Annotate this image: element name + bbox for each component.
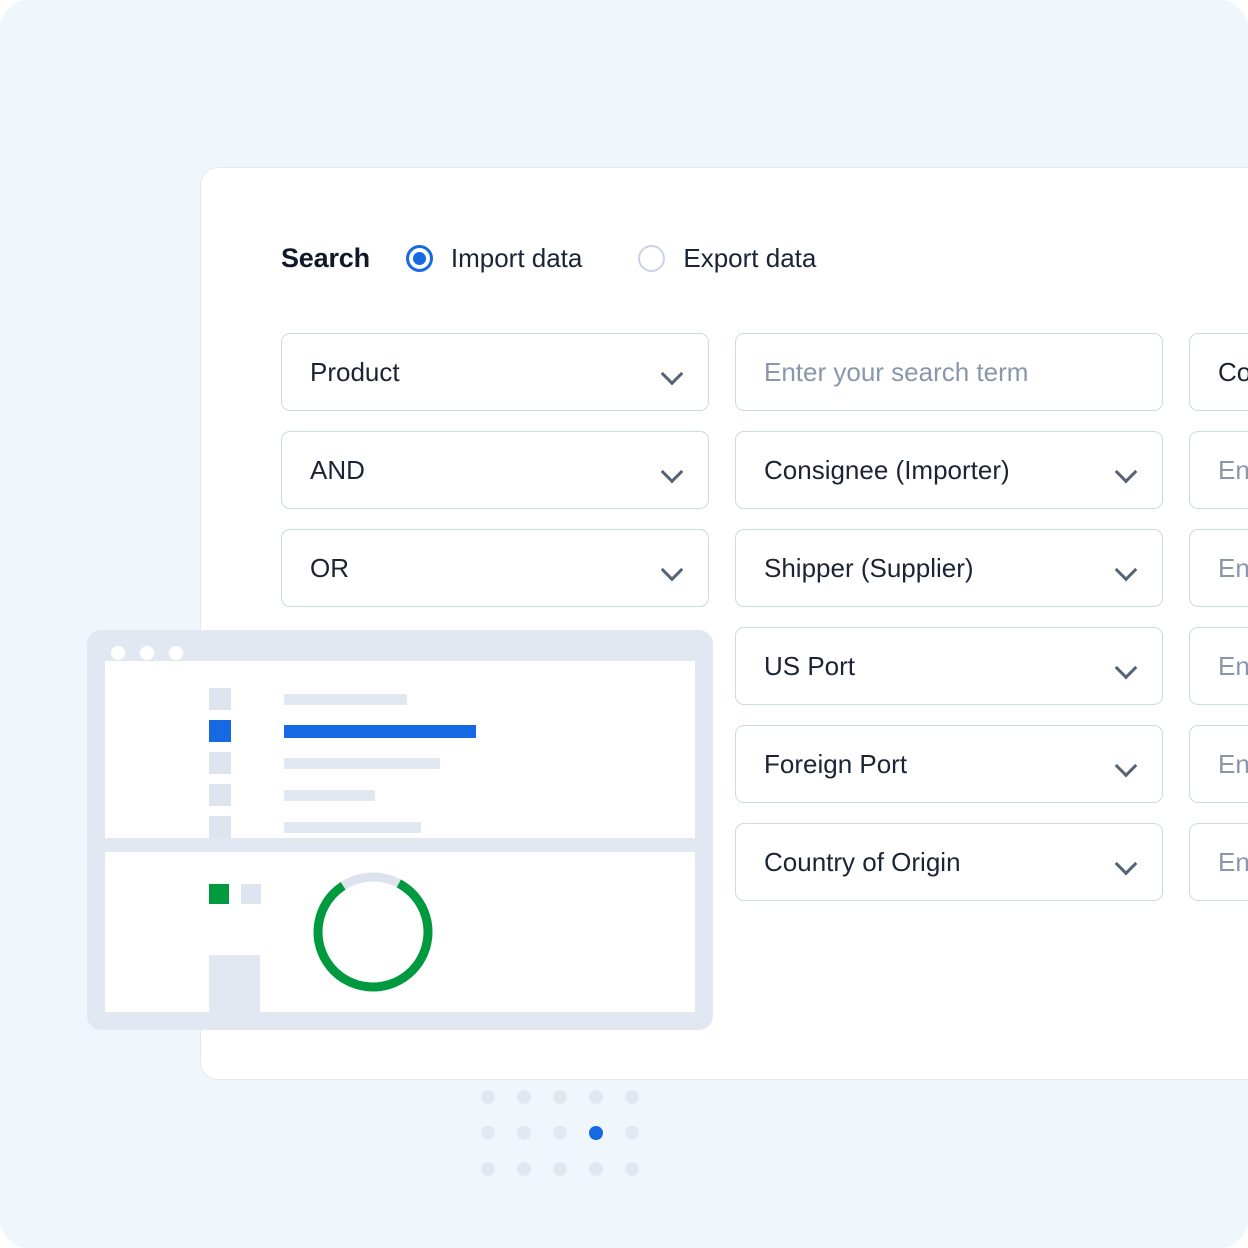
decorative-dot [481,1162,495,1176]
value-input-row-4[interactable]: Enter your search term [1189,627,1248,705]
criteria-select-row-3[interactable]: Shipper (Supplier) [735,529,1163,607]
mockup-row-marker [209,688,231,710]
mockup-row-bar [284,725,476,738]
radio-selected-icon[interactable] [406,245,433,272]
value-input-row-2[interactable]: Enter your search term [1189,431,1248,509]
radio-unselected-icon[interactable] [638,245,665,272]
window-dot-icon [140,646,154,660]
decorative-dot [481,1126,495,1140]
criteria-select-text: Foreign Port [764,749,1104,780]
decorative-dot [625,1162,639,1176]
value-input-text: Enter your search term [1218,553,1248,584]
operator-select-text: OR [310,553,650,584]
mockup-row-bar [284,790,375,801]
mockup-list-item [209,752,440,774]
chevron-down-icon[interactable] [1116,758,1138,771]
operator-select-row-1[interactable]: Product [281,333,709,411]
decorative-dot [625,1126,639,1140]
criteria-select-row-1[interactable]: Enter your search term [735,333,1163,411]
chevron-down-icon[interactable] [1116,562,1138,575]
value-input-row-5[interactable]: Enter your search term [1189,725,1248,803]
criteria-select-text: Enter your search term [764,357,1104,388]
decorative-dot [553,1162,567,1176]
mockup-row-marker [209,784,231,806]
value-input-row-3[interactable]: Enter your search term [1189,529,1248,607]
mockup-placeholder-block [209,955,260,1012]
decorative-dot [589,1090,603,1104]
decorative-dot [625,1090,639,1104]
operator-select-row-2[interactable]: AND [281,431,709,509]
decorative-dot [517,1162,531,1176]
decorative-dot [589,1126,603,1140]
mockup-row-marker [209,816,231,838]
mockup-row-marker [209,752,231,774]
radio-label-import: Import data [451,243,583,274]
mockup-list-item [209,816,421,838]
mockup-row-bar [284,758,440,769]
legend-swatch-gray [241,884,261,904]
window-controls [111,646,183,660]
data-direction-radio-group: Import data Export data [406,243,817,274]
operator-select-text: AND [310,455,650,486]
chevron-down-icon[interactable] [662,366,684,379]
criteria-select-text: US Port [764,651,1104,682]
chevron-down-icon[interactable] [662,562,684,575]
decorative-dot [517,1090,531,1104]
mockup-row-bar [284,694,407,705]
criteria-select-row-2[interactable]: Consignee (Importer) [735,431,1163,509]
mockup-chart-panel [105,852,695,1012]
value-input-row-1[interactable]: Contains [1189,333,1248,411]
chevron-down-icon[interactable] [1116,856,1138,869]
donut-chart [310,869,436,995]
mockup-list-item [209,784,375,806]
value-input-text: Enter your search term [1218,651,1248,682]
operator-select-row-3[interactable]: OR [281,529,709,607]
value-input-row-6[interactable]: Enter your search term [1189,823,1248,901]
value-input-text: Contains [1218,357,1248,388]
decorative-dot [517,1126,531,1140]
dashboard-mockup-card [87,630,713,1030]
search-header: Search Import data Export data [281,243,816,274]
mockup-list-item [209,720,476,742]
radio-option-export-data[interactable]: Export data [638,243,816,274]
window-dot-icon [169,646,183,660]
chevron-down-icon[interactable] [662,464,684,477]
criteria-select-row-5[interactable]: Foreign Port [735,725,1163,803]
decorative-dot [553,1090,567,1104]
decorative-dot [589,1162,603,1176]
decorative-dot [553,1126,567,1140]
criteria-select-row-4[interactable]: US Port [735,627,1163,705]
mockup-list-item [209,688,407,710]
radio-option-import-data[interactable]: Import data [406,243,583,274]
mockup-list-panel [105,661,695,838]
mockup-row-marker [209,720,231,742]
page-title: Search [281,243,370,274]
legend-swatch-green [209,884,229,904]
criteria-select-text: Shipper (Supplier) [764,553,1104,584]
value-input-text: Enter your search term [1218,847,1248,878]
window-dot-icon [111,646,125,660]
criteria-select-row-6[interactable]: Country of Origin [735,823,1163,901]
value-input-text: Enter your search term [1218,455,1248,486]
decorative-dot [481,1090,495,1104]
operator-select-text: Product [310,357,650,388]
mockup-row-bar [284,822,421,833]
page-root: Search Import data Export data Product En… [0,0,1248,1248]
criteria-select-text: Consignee (Importer) [764,455,1104,486]
radio-label-export: Export data [683,243,816,274]
criteria-select-text: Country of Origin [764,847,1104,878]
chevron-down-icon[interactable] [1116,660,1138,673]
value-input-text: Enter your search term [1218,749,1248,780]
chevron-down-icon[interactable] [1116,464,1138,477]
